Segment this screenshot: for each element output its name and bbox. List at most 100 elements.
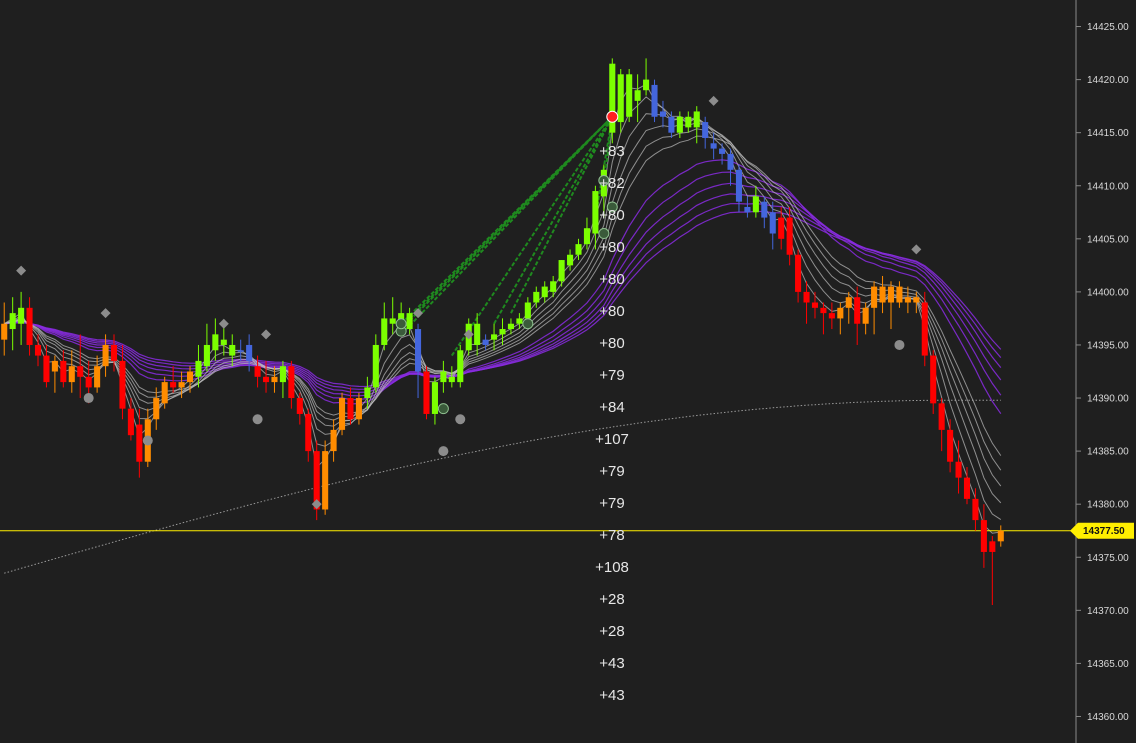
candle-body	[634, 90, 641, 101]
candle-body	[947, 429, 954, 462]
candle-body	[406, 313, 413, 330]
candle-body	[795, 254, 802, 292]
candle-body	[119, 360, 126, 409]
annotation-label: +43	[599, 655, 624, 672]
candle-body	[735, 169, 743, 202]
candle-body	[541, 286, 548, 298]
candle-body	[1, 323, 8, 340]
candle-body	[592, 191, 599, 234]
candle-body	[507, 323, 514, 330]
candle-body	[448, 376, 455, 383]
candle-body	[68, 366, 75, 383]
candle-body	[719, 148, 726, 154]
candle-body	[913, 297, 920, 303]
candle-body	[702, 122, 709, 138]
candle-body	[693, 111, 700, 128]
candle-body	[34, 344, 42, 356]
candle-body	[871, 286, 878, 308]
candle-body	[85, 376, 92, 388]
candle	[921, 291, 928, 367]
candle-body	[203, 344, 210, 367]
candle-body	[153, 398, 160, 420]
annotation-label: +80	[599, 207, 624, 224]
annotation-label: +82	[599, 175, 624, 192]
candle-body	[18, 307, 25, 324]
annotation-label: +43	[599, 687, 624, 704]
candle	[457, 344, 464, 388]
axis-tick-label: 14360.00	[1087, 712, 1129, 723]
candlestick-chart: +83 +82 +80 +80 +80 +80 +80 +79 +84 +107 +79 +79 +78…	[0, 0, 1136, 743]
candle-body	[254, 366, 261, 377]
candle-body	[246, 344, 253, 361]
entry-dot-icon	[606, 110, 619, 123]
axis-tick-label: 14410.00	[1087, 181, 1129, 192]
candle-body	[195, 360, 202, 377]
candle-body	[803, 291, 810, 303]
candle-body	[491, 334, 498, 340]
candle-body	[575, 244, 582, 255]
annotation-label: +80	[599, 335, 624, 352]
candle-body	[676, 116, 683, 133]
candle-body	[161, 382, 168, 404]
axis-tick-label: 14385.00	[1087, 447, 1129, 458]
candle	[338, 392, 346, 436]
annotation-label: +80	[599, 303, 624, 320]
last-price-tag[interactable]: 14377.50	[1070, 522, 1134, 539]
candle-body	[237, 350, 244, 352]
candle-body	[659, 111, 667, 117]
candle-body	[887, 286, 895, 303]
candle-body	[43, 355, 50, 383]
candle-body	[837, 307, 844, 319]
candle-body	[389, 318, 396, 324]
last-price-tag-label: 14377.50	[1083, 526, 1125, 537]
candle-body	[482, 339, 489, 345]
candle-body	[60, 360, 67, 383]
trade-dot-icon	[395, 318, 407, 330]
candle-body	[77, 366, 84, 377]
candle-body	[212, 334, 219, 351]
annotation-label: +83	[599, 143, 624, 160]
candle-body	[364, 387, 371, 399]
chart-area: +83 +82 +80 +80 +80 +80 +80 +79 +84 +107 +79 +79 +78…	[0, 0, 1136, 743]
candle-body	[651, 84, 658, 117]
dot-marker-icon	[438, 446, 449, 457]
candle-body	[499, 329, 506, 335]
annotation-label: +78	[599, 527, 624, 544]
candle-body	[980, 520, 987, 552]
dot-marker-icon	[142, 435, 153, 446]
candle-body	[617, 74, 624, 123]
candle-body	[558, 260, 565, 282]
candle-body	[127, 408, 134, 436]
candle-body	[26, 307, 33, 345]
candle-body	[136, 424, 143, 462]
candle-body	[710, 143, 717, 149]
candle-body	[186, 371, 194, 383]
candle-body	[963, 477, 971, 499]
candle	[609, 58, 616, 144]
candle-body	[262, 376, 270, 383]
candle-body	[862, 307, 869, 324]
axis-tick-label: 14370.00	[1087, 606, 1129, 617]
dot-marker-icon	[894, 339, 905, 350]
candle-body	[955, 461, 962, 478]
candle-body	[110, 344, 118, 361]
candle-body	[811, 302, 819, 308]
candle-body	[229, 344, 236, 356]
candle-body	[338, 398, 346, 430]
candle-body	[170, 382, 177, 388]
candle	[423, 366, 430, 420]
axis-tick-label: 14400.00	[1087, 287, 1129, 298]
candle-body	[178, 382, 185, 388]
candle-body	[820, 307, 827, 314]
axis-tick-label: 14420.00	[1087, 75, 1129, 86]
candle-body	[778, 217, 785, 239]
axis-tick-label: 14405.00	[1087, 234, 1129, 245]
annotation-label: +79	[599, 463, 624, 480]
candle-body	[440, 371, 447, 383]
candle-body	[727, 153, 734, 170]
candle-body	[330, 429, 337, 452]
candle-body	[474, 323, 481, 345]
candle-body	[102, 344, 109, 367]
candle-body	[9, 313, 16, 330]
candle-body	[51, 360, 58, 372]
